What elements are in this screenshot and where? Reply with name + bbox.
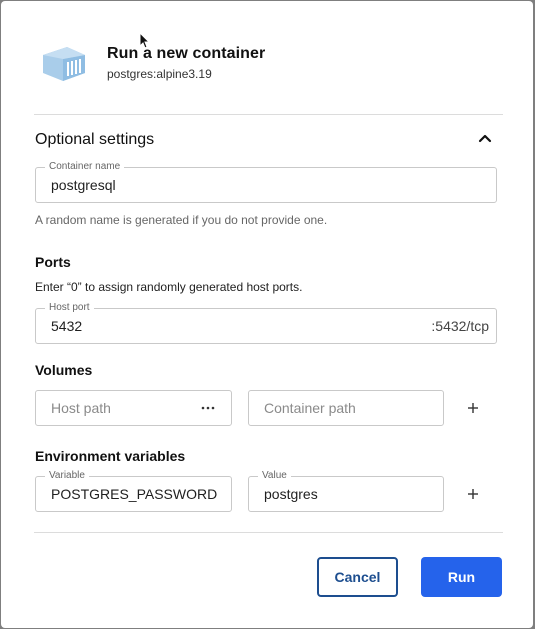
add-volume-button[interactable] bbox=[466, 401, 480, 415]
host-path-input[interactable]: Host path bbox=[51, 391, 111, 425]
add-env-variable-button[interactable] bbox=[466, 487, 480, 501]
volumes-heading: Volumes bbox=[35, 362, 93, 378]
env-value-field[interactable]: Value postgres bbox=[248, 469, 444, 512]
ports-heading: Ports bbox=[35, 254, 71, 270]
browse-button[interactable] bbox=[201, 391, 215, 425]
host-port-field[interactable]: Host port 5432 :5432/tcp bbox=[35, 301, 497, 344]
image-tag: postgres:alpine3.19 bbox=[107, 67, 212, 81]
run-button[interactable]: Run bbox=[421, 557, 502, 597]
container-name-helper: A random name is generated if you do not… bbox=[35, 213, 328, 227]
env-value-input[interactable]: postgres bbox=[264, 477, 318, 511]
host-path-field[interactable]: Host path bbox=[35, 390, 232, 426]
container-name-field[interactable]: Container name postgresql bbox=[35, 160, 497, 203]
container-path-input[interactable]: Container path bbox=[264, 391, 356, 425]
optional-settings-title: Optional settings bbox=[35, 131, 155, 148]
more-horizontal-icon bbox=[201, 406, 215, 410]
mouse-cursor-icon bbox=[139, 32, 151, 49]
footer-divider bbox=[34, 532, 503, 533]
container-icon bbox=[43, 47, 85, 81]
cancel-button[interactable]: Cancel bbox=[317, 557, 398, 597]
dialog-title: Run a new container bbox=[107, 45, 266, 62]
env-variable-input[interactable]: POSTGRES_PASSWORD bbox=[51, 477, 217, 511]
container-port-suffix: :5432/tcp bbox=[431, 318, 489, 334]
host-port-input[interactable]: 5432 bbox=[51, 309, 82, 343]
run-container-dialog: Run a new container postgres:alpine3.19 … bbox=[1, 1, 533, 628]
ports-description: Enter “0” to assign randomly generated h… bbox=[35, 280, 303, 294]
container-name-input[interactable]: postgresql bbox=[51, 168, 116, 202]
header-divider bbox=[34, 114, 503, 115]
env-heading: Environment variables bbox=[35, 448, 186, 464]
container-path-field[interactable]: Container path bbox=[248, 390, 444, 426]
env-variable-field[interactable]: Variable POSTGRES_PASSWORD bbox=[35, 469, 232, 512]
chevron-up-icon[interactable] bbox=[478, 133, 492, 143]
